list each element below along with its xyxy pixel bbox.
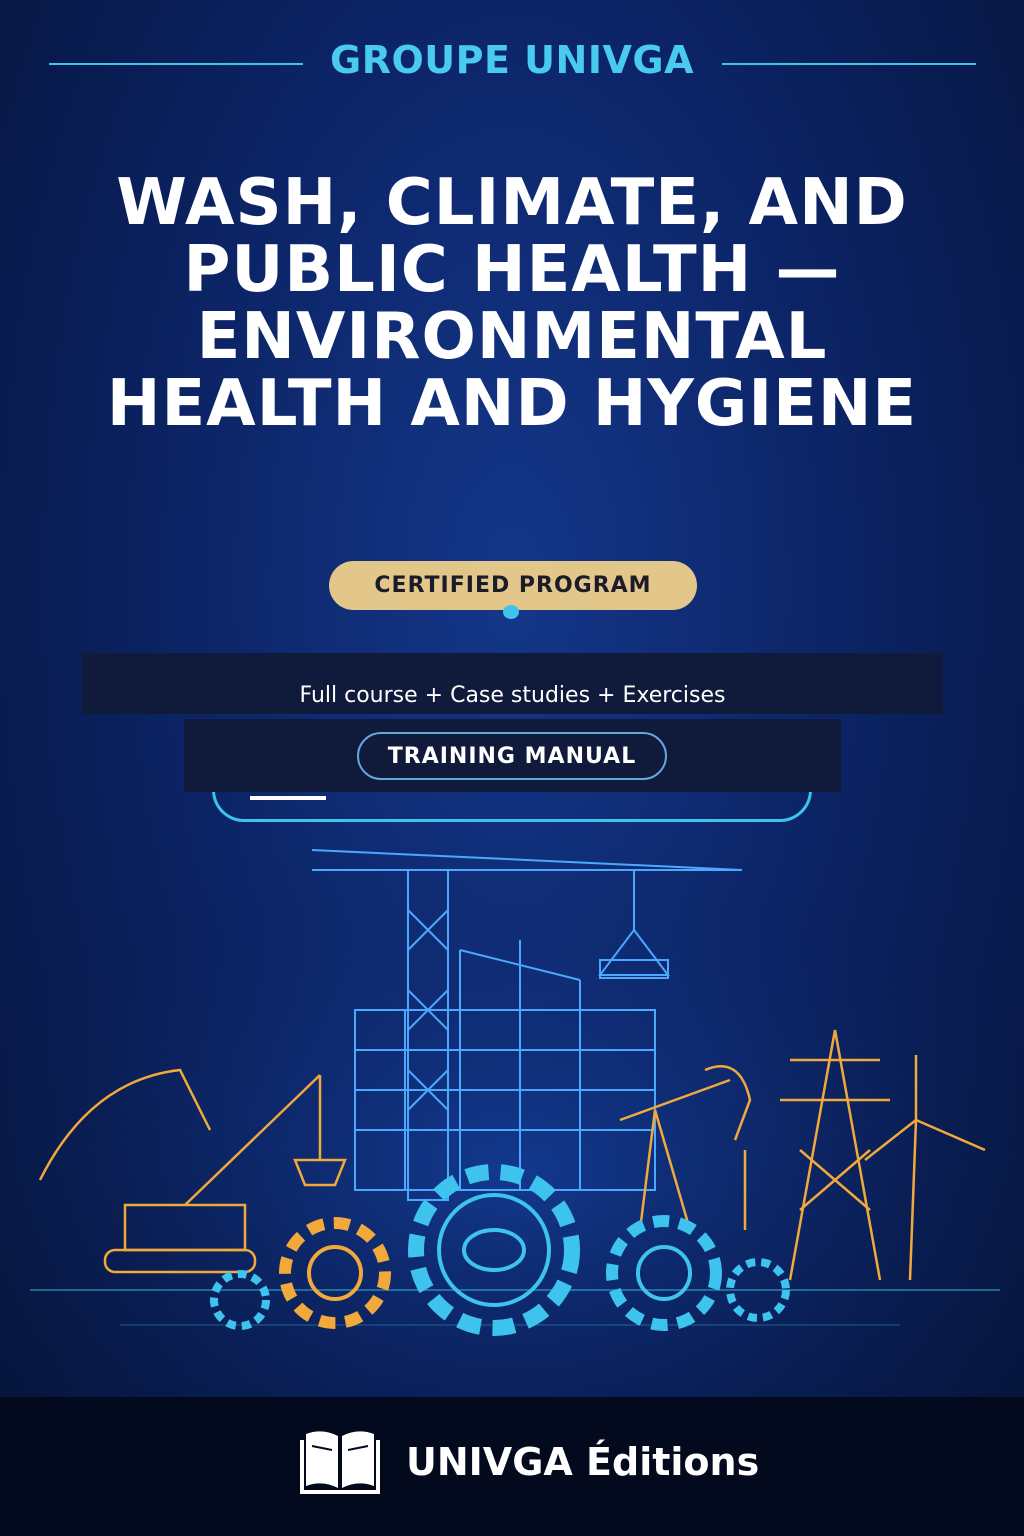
brand-name: GROUPE UNIVGA xyxy=(330,38,694,82)
cover-title: WASH, CLIMATE, AND PUBLIC HEALTH — ENVIR… xyxy=(106,166,918,441)
industrial-illustration xyxy=(0,830,1024,1400)
certified-badge: CERTIFIED PROGRAM xyxy=(329,561,697,610)
open-book-icon xyxy=(300,1431,380,1494)
publisher-name: UNIVGA Éditions xyxy=(406,1440,760,1484)
subtitle-band: Full course + Case studies + Exercises xyxy=(82,653,943,714)
subtitle: Full course + Case studies + Exercises xyxy=(299,683,726,708)
badge-dot xyxy=(503,605,519,619)
training-manual-badge: TRAINING MANUAL xyxy=(357,732,667,780)
